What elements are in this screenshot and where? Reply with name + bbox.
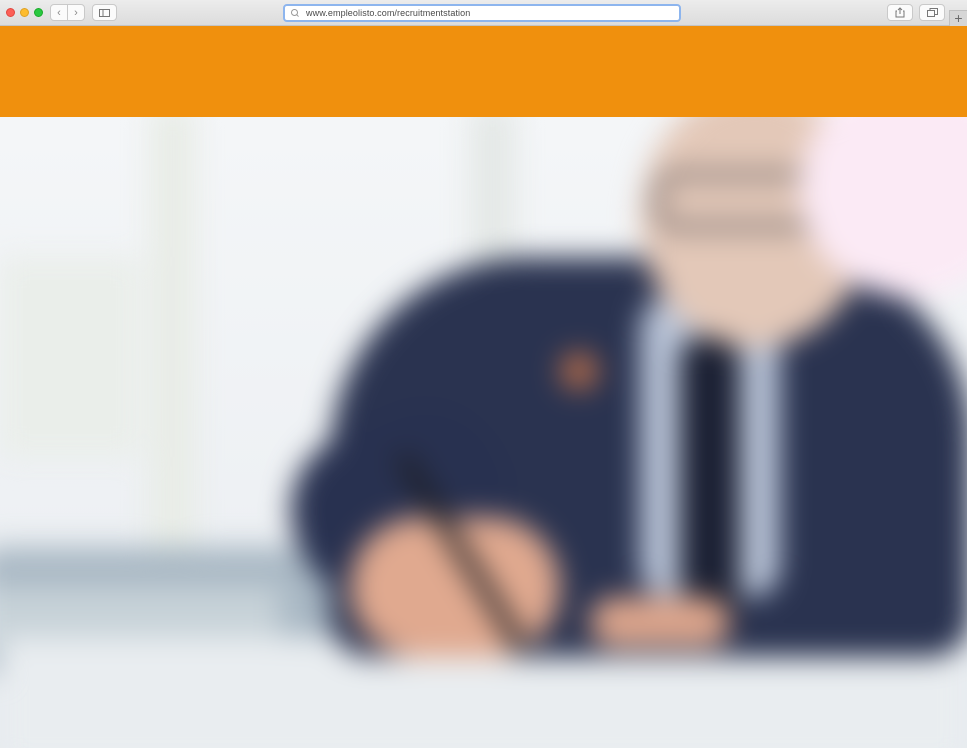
- chevron-left-icon: ‹: [57, 6, 61, 19]
- sidebar-icon: [99, 8, 110, 17]
- search-icon: [291, 9, 299, 17]
- back-button[interactable]: ‹: [50, 4, 68, 21]
- site-header-bar: [0, 26, 967, 117]
- hero-background-image: [0, 117, 967, 748]
- new-tab-button[interactable]: +: [949, 10, 967, 26]
- tabs-overview-icon: [926, 8, 938, 17]
- zoom-window-button[interactable]: [34, 8, 43, 17]
- blurred-photo: [0, 117, 967, 748]
- share-icon: [895, 7, 905, 18]
- show-tabs-button[interactable]: [919, 4, 945, 21]
- sidebar-toggle-button[interactable]: [92, 4, 117, 21]
- url-text: www.empleolisto.com/recruitmentstation: [306, 8, 471, 18]
- address-bar[interactable]: www.empleolisto.com/recruitmentstation: [283, 4, 681, 22]
- minimize-window-button[interactable]: [20, 8, 29, 17]
- browser-toolbar: ‹ › www.empleolisto.com/recruitmentstati…: [0, 0, 967, 26]
- chevron-right-icon: ›: [74, 6, 78, 19]
- share-button[interactable]: [887, 4, 913, 21]
- forward-button[interactable]: ›: [67, 4, 85, 21]
- close-window-button[interactable]: [6, 8, 15, 17]
- plus-icon: +: [954, 10, 963, 26]
